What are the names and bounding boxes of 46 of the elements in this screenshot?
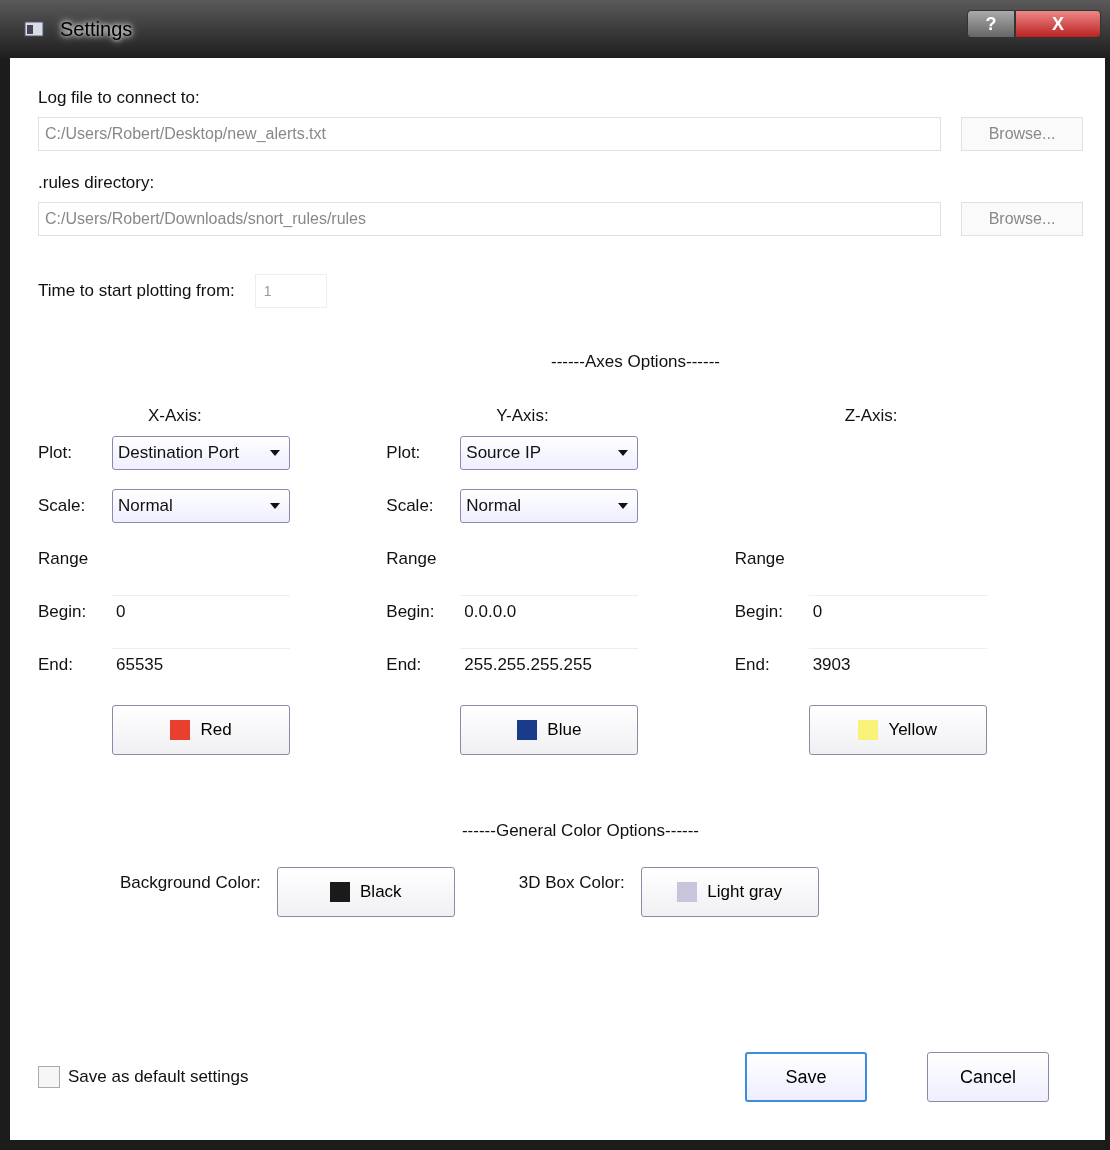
checkbox[interactable] bbox=[38, 1066, 60, 1088]
field-label: .rules directory: bbox=[38, 173, 156, 193]
field-label: Time to start plotting from: bbox=[38, 281, 235, 301]
scale-dropdown[interactable]: Normal bbox=[460, 488, 639, 523]
field-label: Begin: bbox=[734, 601, 784, 622]
scale-dropdown[interactable]: Normal bbox=[112, 488, 290, 523]
axis-title: Z-Axis: bbox=[843, 406, 899, 426]
dropdown-arrow-icon bbox=[269, 448, 281, 457]
window-icon bbox=[24, 20, 46, 38]
field-label: Log file to connect to: bbox=[38, 88, 201, 108]
section-heading: ------Axes Options------ bbox=[549, 352, 721, 372]
dropdown-arrow-icon bbox=[617, 501, 630, 510]
axis-title: Y-Axis: bbox=[495, 406, 550, 426]
color-button[interactable]: Light gray bbox=[640, 867, 819, 917]
field-label: Scale: bbox=[386, 495, 435, 516]
range-label: Range bbox=[38, 548, 90, 569]
browse-button[interactable]: Browse... bbox=[961, 117, 1083, 151]
field-label: 3D Box Color: bbox=[518, 873, 625, 893]
color-button[interactable]: Yellow bbox=[808, 705, 987, 755]
color-button[interactable]: Red bbox=[112, 705, 290, 755]
field-label: End: bbox=[38, 654, 74, 675]
path-field[interactable]: C:/Users/Robert/Desktop/new_alerts.txt bbox=[38, 117, 941, 151]
field-label: Plot: bbox=[386, 442, 422, 463]
range-label: Range bbox=[734, 548, 786, 569]
field-label: Background Color: bbox=[120, 873, 261, 893]
plot-dropdown[interactable]: Destination Port bbox=[112, 435, 290, 470]
close-button[interactable]: X bbox=[1015, 10, 1101, 38]
path-field[interactable]: C:/Users/Robert/Downloads/snort_rules/rules bbox=[38, 202, 941, 236]
field-label: Begin: bbox=[386, 601, 436, 622]
color-button[interactable]: Blue bbox=[460, 705, 639, 755]
section-heading: ------General Color Options------ bbox=[460, 821, 701, 841]
field-label: Plot: bbox=[38, 442, 74, 463]
dropdown-arrow-icon bbox=[269, 501, 281, 510]
cancel-button[interactable]: Cancel bbox=[927, 1052, 1049, 1102]
save-button[interactable]: Save bbox=[745, 1052, 867, 1102]
checkbox-label: Save as default settings bbox=[68, 1067, 249, 1087]
field-label: End: bbox=[386, 654, 423, 675]
color-button[interactable]: Black bbox=[276, 867, 455, 917]
browse-button[interactable]: Browse... bbox=[961, 202, 1083, 236]
range-label: Range bbox=[386, 548, 438, 569]
plot-dropdown[interactable]: Source IP bbox=[460, 435, 639, 470]
dropdown-arrow-icon bbox=[617, 448, 630, 457]
field-label: End: bbox=[734, 654, 771, 675]
field-label: Scale: bbox=[38, 495, 87, 516]
axis-title: X-Axis: bbox=[147, 406, 203, 426]
field-label: Begin: bbox=[38, 601, 88, 622]
